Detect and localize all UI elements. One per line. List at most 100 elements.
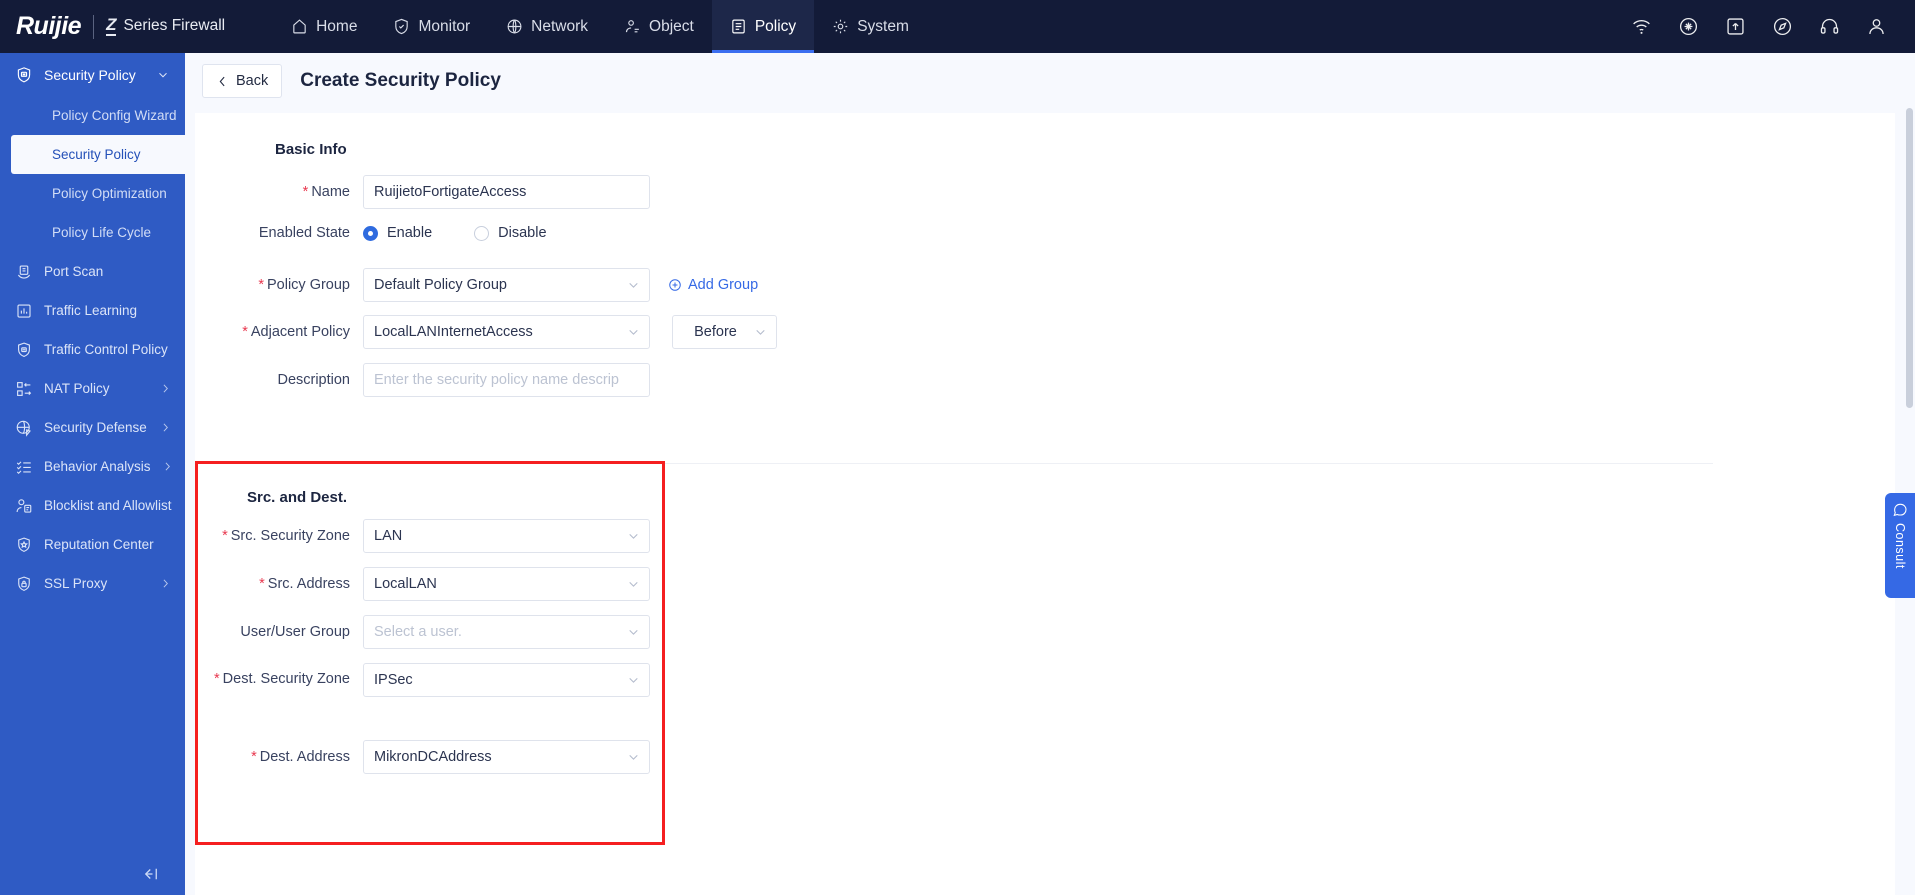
- upload-icon[interactable]: [1725, 16, 1746, 37]
- src-dest-section-title: Src. and Dest.: [247, 489, 347, 506]
- form-row-src-security-zone: *Src. Security Zone LAN: [195, 519, 650, 553]
- headset-icon[interactable]: [1819, 16, 1840, 37]
- label-name-text: Name: [311, 184, 350, 200]
- sidebar-sub-label: Policy Config Wizard: [52, 108, 177, 123]
- dest-security-zone-select[interactable]: IPSec: [363, 663, 650, 697]
- z-series-mark: Z: [106, 17, 116, 35]
- nav-label-network: Network: [531, 18, 588, 36]
- back-button-label: Back: [236, 73, 268, 89]
- collapse-sidebar-icon[interactable]: [142, 865, 160, 883]
- nav-item-network[interactable]: Network: [488, 0, 606, 53]
- nav-item-object[interactable]: Object: [606, 0, 712, 53]
- section-divider: [213, 463, 1713, 464]
- sidebar-item-port-scan[interactable]: Port Scan: [0, 252, 185, 291]
- sidebar-item-security-defense[interactable]: Security Defense: [0, 408, 185, 447]
- policy-icon: [730, 18, 747, 35]
- sidebar-item-security-policy[interactable]: Security Policy: [11, 135, 185, 174]
- radio-dot-enable: [363, 226, 378, 241]
- sidebar-item-policy-config-wizard[interactable]: Policy Config Wizard: [0, 96, 185, 135]
- nav-label-object: Object: [649, 18, 694, 36]
- sidebar-item-blocklist-and-allowlist[interactable]: Blocklist and Allowlist: [0, 486, 185, 525]
- name-input-value: RuijietoFortigateAccess: [374, 184, 526, 200]
- wifi-signal-icon[interactable]: [1631, 16, 1652, 37]
- label-policy-group-text: Policy Group: [267, 277, 350, 293]
- sidebar-item-traffic-control-policy[interactable]: Traffic Control Policy: [0, 330, 185, 369]
- label-src-security-zone-text: Src. Security Zone: [231, 528, 350, 544]
- sidebar-sub-label: Policy Optimization: [52, 186, 167, 201]
- radio-label-disable: Disable: [498, 225, 546, 241]
- blocklist-icon: [15, 497, 33, 515]
- radio-enable[interactable]: Enable: [363, 225, 432, 241]
- port-scan-icon: [15, 263, 33, 281]
- nav-item-system[interactable]: System: [814, 0, 927, 53]
- required-marker: *: [214, 671, 220, 687]
- position-select[interactable]: Before: [672, 315, 777, 349]
- chevron-left-icon: [216, 75, 229, 88]
- chevron-right-icon: [162, 461, 173, 472]
- nav-item-monitor[interactable]: Monitor: [375, 0, 488, 53]
- sidebar-item-label: Port Scan: [44, 264, 103, 279]
- label-description-text: Description: [277, 372, 350, 388]
- sidebar-item-nat-policy[interactable]: NAT Policy: [0, 369, 185, 408]
- sidebar-item-policy-optimization[interactable]: Policy Optimization: [0, 174, 185, 213]
- adjacent-policy-select[interactable]: LocalLANInternetAccess: [363, 315, 650, 349]
- sidebar-item-reputation-center[interactable]: Reputation Center: [0, 525, 185, 564]
- radio-disable[interactable]: Disable: [474, 225, 546, 241]
- required-marker: *: [242, 324, 248, 340]
- security-defense-icon: [15, 419, 33, 437]
- chevron-down-icon: [627, 578, 640, 591]
- nav-item-home[interactable]: Home: [273, 0, 375, 53]
- chevron-down-icon: [627, 530, 640, 543]
- consult-label: Consult: [1893, 523, 1907, 569]
- chevron-down-icon: [627, 674, 640, 687]
- nav-item-policy[interactable]: Policy: [712, 0, 814, 53]
- required-marker: *: [258, 277, 264, 293]
- product-label: Series Firewall: [123, 17, 225, 35]
- nat-policy-icon: [15, 380, 33, 398]
- required-marker: *: [259, 576, 265, 592]
- label-policy-group: *Policy Group: [195, 275, 363, 296]
- required-marker: *: [222, 528, 228, 544]
- chevron-down-icon: [627, 751, 640, 764]
- src-address-select[interactable]: LocalLAN: [363, 567, 650, 601]
- ssl-proxy-icon: [15, 575, 33, 593]
- policy-group-value: Default Policy Group: [374, 277, 507, 293]
- back-button[interactable]: Back: [202, 64, 282, 98]
- required-marker: *: [251, 749, 257, 765]
- chevron-down-icon: [627, 626, 640, 639]
- sidebar-group-label: Security Policy: [44, 67, 136, 83]
- sidebar-item-traffic-learning[interactable]: Traffic Learning: [0, 291, 185, 330]
- sidebar-item-policy-life-cycle[interactable]: Policy Life Cycle: [0, 213, 185, 252]
- label-src-address-text: Src. Address: [268, 576, 350, 592]
- user-user-group-select[interactable]: Select a user.: [363, 615, 650, 649]
- sidebar-item-label: Behavior Analysis: [44, 459, 151, 474]
- add-group-button[interactable]: Add Group: [668, 277, 758, 293]
- bug-icon[interactable]: [1678, 16, 1699, 37]
- label-name: *Name: [195, 182, 363, 203]
- security-policy-icon: [15, 66, 33, 84]
- name-input[interactable]: RuijietoFortigateAccess: [363, 175, 650, 209]
- home-icon: [291, 18, 308, 35]
- label-enabled-state-text: Enabled State: [259, 225, 350, 241]
- sidebar-item-ssl-proxy[interactable]: SSL Proxy: [0, 564, 185, 603]
- dest-address-select[interactable]: MikronDCAddress: [363, 740, 650, 774]
- description-input[interactable]: Enter the security policy name descrip: [363, 363, 650, 397]
- sidebar-item-behavior-analysis[interactable]: Behavior Analysis: [0, 447, 185, 486]
- sidebar-item-label: Traffic Control Policy: [44, 342, 168, 357]
- policy-group-select[interactable]: Default Policy Group: [363, 268, 650, 302]
- form-row-policy-group: *Policy Group Default Policy Group Add G…: [195, 268, 758, 302]
- user-user-group-placeholder: Select a user.: [374, 624, 462, 640]
- src-security-zone-select[interactable]: LAN: [363, 519, 650, 553]
- description-placeholder: Enter the security policy name descrip: [374, 372, 619, 388]
- ruijie-logo: Ruijie: [16, 12, 81, 41]
- consult-widget[interactable]: Consult: [1885, 493, 1915, 598]
- compass-icon[interactable]: [1772, 16, 1793, 37]
- chevron-down-icon: [157, 69, 169, 81]
- dest-security-zone-value: IPSec: [374, 672, 413, 688]
- top-navigation-bar: Ruijie Z Series Firewall Home Monitor Ne…: [0, 0, 1915, 53]
- sidebar-group-security-policy[interactable]: Security Policy: [0, 53, 185, 96]
- form-row-name: *Name RuijietoFortigateAccess: [195, 175, 650, 209]
- form-row-src-address: *Src. Address LocalLAN: [195, 567, 650, 601]
- user-account-icon[interactable]: [1866, 16, 1887, 37]
- vertical-scrollbar[interactable]: [1906, 108, 1913, 408]
